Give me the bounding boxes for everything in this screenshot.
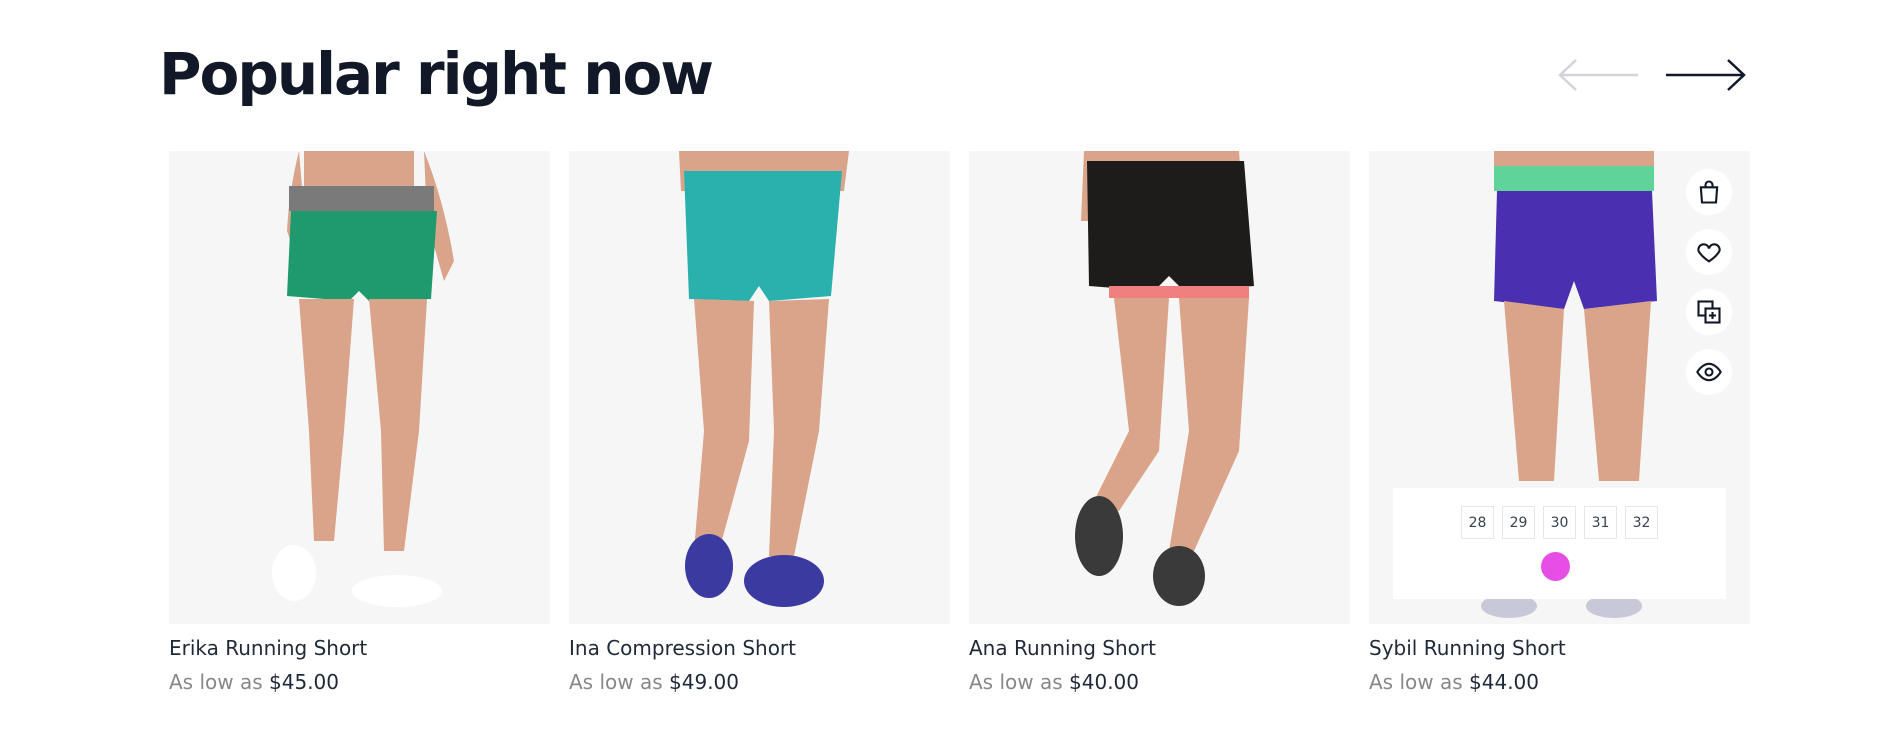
product-card[interactable]: Ana Running Short As low as $40.00 xyxy=(969,151,1350,695)
heart-icon xyxy=(1697,243,1721,263)
size-swatch[interactable]: 28 xyxy=(1461,506,1494,539)
product-options-panel: 28 29 30 31 32 xyxy=(1393,488,1726,599)
product-name[interactable]: Erika Running Short xyxy=(169,635,550,661)
quick-view-button[interactable] xyxy=(1686,349,1732,395)
product-carousel: Erika Running Short As low as $45.00 Ina… xyxy=(169,151,1750,695)
product-price: As low as $44.00 xyxy=(1369,669,1750,695)
size-swatch[interactable]: 32 xyxy=(1625,506,1658,539)
product-image[interactable] xyxy=(569,151,950,624)
arrow-right-icon xyxy=(1666,59,1746,91)
price-value: $49.00 xyxy=(669,670,739,694)
add-to-compare-button[interactable] xyxy=(1686,289,1732,335)
product-price: As low as $40.00 xyxy=(969,669,1350,695)
product-card[interactable]: Erika Running Short As low as $45.00 xyxy=(169,151,550,695)
product-actions xyxy=(1686,169,1732,395)
eye-icon xyxy=(1696,362,1722,382)
size-swatch[interactable]: 31 xyxy=(1584,506,1617,539)
size-swatch[interactable]: 29 xyxy=(1502,506,1535,539)
color-swatch[interactable] xyxy=(1541,552,1570,581)
size-options: 28 29 30 31 32 xyxy=(1393,506,1726,539)
price-prefix: As low as xyxy=(169,670,263,694)
product-price: As low as $45.00 xyxy=(169,669,550,695)
product-image[interactable] xyxy=(969,151,1350,624)
compare-icon xyxy=(1697,300,1721,324)
arrow-left-icon xyxy=(1558,59,1638,91)
product-name[interactable]: Ina Compression Short xyxy=(569,635,950,661)
product-name[interactable]: Sybil Running Short xyxy=(1369,635,1750,661)
price-prefix: As low as xyxy=(1369,670,1463,694)
price-value: $44.00 xyxy=(1469,670,1539,694)
product-name[interactable]: Ana Running Short xyxy=(969,635,1350,661)
size-swatch[interactable]: 30 xyxy=(1543,506,1576,539)
carousel-next-button[interactable] xyxy=(1664,56,1748,94)
add-to-cart-button[interactable] xyxy=(1686,169,1732,215)
price-prefix: As low as xyxy=(569,670,663,694)
carousel-prev-button[interactable] xyxy=(1556,56,1640,94)
add-to-wishlist-button[interactable] xyxy=(1686,229,1732,275)
product-price: As low as $49.00 xyxy=(569,669,950,695)
product-image[interactable] xyxy=(169,151,550,624)
section-title: Popular right now xyxy=(159,40,714,108)
product-card[interactable]: 28 29 30 31 32 Sybil Running Short As lo… xyxy=(1369,151,1750,695)
product-image[interactable]: 28 29 30 31 32 xyxy=(1369,151,1750,624)
price-value: $45.00 xyxy=(269,670,339,694)
shopping-bag-icon xyxy=(1699,180,1719,204)
price-prefix: As low as xyxy=(969,670,1063,694)
product-card[interactable]: Ina Compression Short As low as $49.00 xyxy=(569,151,950,695)
price-value: $40.00 xyxy=(1069,670,1139,694)
